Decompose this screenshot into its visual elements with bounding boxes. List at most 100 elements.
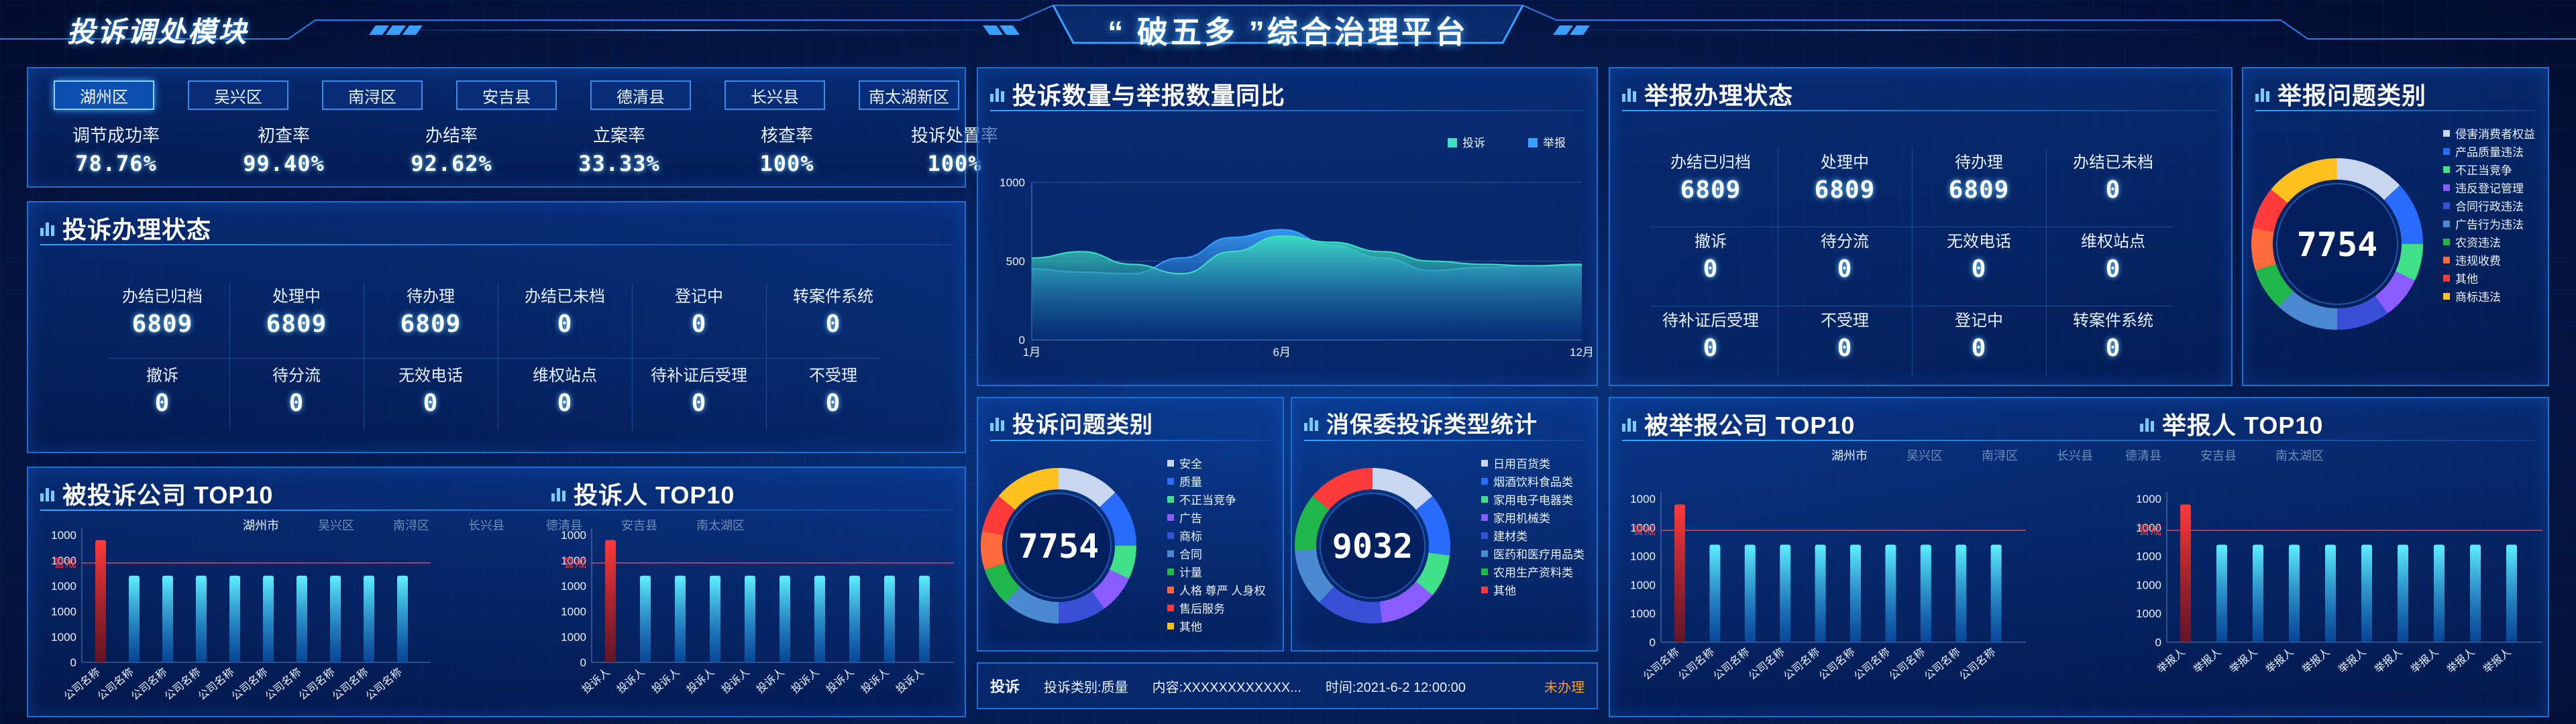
bar <box>162 575 173 662</box>
donut-slice <box>1091 569 1129 609</box>
status-label: 待分流 <box>272 367 321 385</box>
status-label: 登记中 <box>675 288 723 306</box>
status-stat: 撤诉 0 <box>1647 228 1774 283</box>
status-value: 0 <box>423 389 439 417</box>
x-tick-label: 投诉人 <box>859 666 891 696</box>
status-value: 6809 <box>131 310 193 338</box>
legend-label: 侵害消费者权益 <box>2455 128 2535 141</box>
status-label: 处理中 <box>1821 154 1869 172</box>
legend-item: 家用机械类 <box>1481 509 1550 526</box>
legend-item: 合同 <box>1167 545 1202 562</box>
panel-title: 举报办理状态 <box>1622 76 1793 111</box>
rate-stat: 立案率 33.33% <box>542 122 696 176</box>
status-stat: 不受理 0 <box>1781 307 1909 362</box>
legend-label: 其他 <box>2455 273 2478 286</box>
title-underline <box>1622 110 2219 111</box>
bar <box>397 575 408 662</box>
district-tab[interactable]: 南太湖新区 <box>859 80 959 110</box>
legend-label: 农用生产资料类 <box>1493 566 1573 579</box>
y-tick-label: 1000 <box>1630 579 1656 591</box>
rate-stat: 调节成功率 78.76% <box>39 122 193 176</box>
status-value: 0 <box>557 389 573 417</box>
legend-swatch <box>1448 138 1457 147</box>
bar-chart-icon <box>1622 86 1636 102</box>
status-value: 6809 <box>400 310 462 338</box>
legend-item: 其他 <box>2443 269 2478 286</box>
legend-item: 侵害消费者权益 <box>2443 125 2535 141</box>
bar <box>2470 544 2481 642</box>
y-tick-label: 1000 <box>561 605 586 618</box>
status-label: 转案件系统 <box>2073 312 2153 330</box>
status-value: 0 <box>825 389 841 417</box>
y-tick-label: 1000 <box>561 529 586 542</box>
status-stat: 办结已归档 6809 <box>99 283 226 338</box>
x-tick-label: 公司名称 <box>263 666 304 703</box>
x-tick-label: 举报人 <box>2372 646 2404 676</box>
status-stat: 维权站点 0 <box>501 362 629 417</box>
x-tick-label: 公司名称 <box>62 666 103 703</box>
x-tick-label: 公司名称 <box>1641 646 1682 682</box>
y-tick-label: 500 <box>1006 255 1025 268</box>
rate-value: 33.33% <box>578 151 660 176</box>
donut-slice <box>1415 552 1450 595</box>
y-tick-label: 0 <box>1650 636 1656 649</box>
y-tick-label: 1000 <box>51 529 76 542</box>
latest-complaint-ticker[interactable]: 投诉 投诉类别:质量 内容:XXXXXXXXXXXX... 时间:2021-6-… <box>977 662 1598 709</box>
y-tick-label: 1000 <box>561 631 586 644</box>
status-stat: 转案件系统 0 <box>769 283 897 338</box>
status-label: 待办理 <box>1955 154 2003 172</box>
legend-item: 合同行政违法 <box>2443 197 2524 214</box>
bar <box>2325 544 2336 642</box>
legend-label: 家用电子电器类 <box>1493 494 1573 507</box>
bar <box>1850 544 1861 642</box>
rate-value: 78.76% <box>75 151 157 176</box>
district-tab[interactable]: 吴兴区 <box>188 80 288 110</box>
legend-item: 售后服务 <box>1167 599 1225 616</box>
status-value: 0 <box>1837 335 1853 362</box>
x-tick-label: 公司名称 <box>1676 646 1717 682</box>
district-tab[interactable]: 安吉县 <box>456 80 557 110</box>
legend-item: 商标违法 <box>2443 288 2501 304</box>
x-tick-label: 6月 <box>1273 346 1290 359</box>
x-tick-label: 举报人 <box>2227 646 2259 676</box>
rate-label: 立案率 <box>592 125 645 145</box>
module-title: 投诉调处模块 <box>67 16 249 48</box>
status-stat: 待补证后受理 0 <box>635 362 763 417</box>
legend-swatch <box>2443 166 2450 173</box>
status-label: 无效电话 <box>1947 233 2011 251</box>
status-value: 0 <box>1971 255 1987 283</box>
legend-label: 建材类 <box>1493 530 1527 543</box>
bar <box>1920 544 1931 642</box>
x-tick-label: 举报人 <box>2481 646 2513 676</box>
status-stat: 待办理 6809 <box>367 283 494 338</box>
legend-swatch <box>1167 604 1174 611</box>
bar <box>640 575 651 662</box>
x-tick-label: 公司名称 <box>297 666 337 703</box>
x-tick-label: 举报人 <box>2155 646 2187 676</box>
district-tab[interactable]: 长兴县 <box>724 80 825 110</box>
district-tab[interactable]: 湖州区 <box>54 80 154 110</box>
district-tab[interactable]: 南浔区 <box>322 80 423 110</box>
status-stat: 待补证后受理 0 <box>1647 307 1774 362</box>
legend-swatch <box>1481 459 1488 467</box>
status-label: 办结已未档 <box>525 288 605 306</box>
legend-item: 其他 <box>1481 581 1516 598</box>
district-tab[interactable]: 德清县 <box>590 80 691 110</box>
x-tick-label: 公司名称 <box>1711 646 1752 682</box>
bar <box>129 575 140 662</box>
warn-label: 警戒 <box>1633 524 1656 537</box>
legend-label: 医药和医疗用品类 <box>1493 548 1585 561</box>
legend-swatch <box>1481 550 1488 557</box>
bar <box>919 575 930 662</box>
legend-item: 违规收费 <box>2443 251 2501 268</box>
ticker-status: 未办理 <box>1544 680 1585 695</box>
y-tick-label: 1000 <box>1630 550 1656 563</box>
status-value: 0 <box>2105 335 2121 362</box>
status-value: 0 <box>825 310 841 338</box>
legend-swatch <box>2443 184 2450 191</box>
x-tick-label: 公司名称 <box>1851 646 1892 682</box>
donut-slice <box>2251 228 2276 271</box>
legend-label: 其他 <box>1493 585 1516 597</box>
complained-company-bar-chart: 010001000100010001000警戒公司名称公司名称公司名称公司名称公… <box>51 528 954 703</box>
top10-left-panel: 被投诉公司 TOP10 投诉人 TOP10 湖州市 吴兴区 南浔区 长兴县 德清县 安吉县… <box>27 467 966 717</box>
